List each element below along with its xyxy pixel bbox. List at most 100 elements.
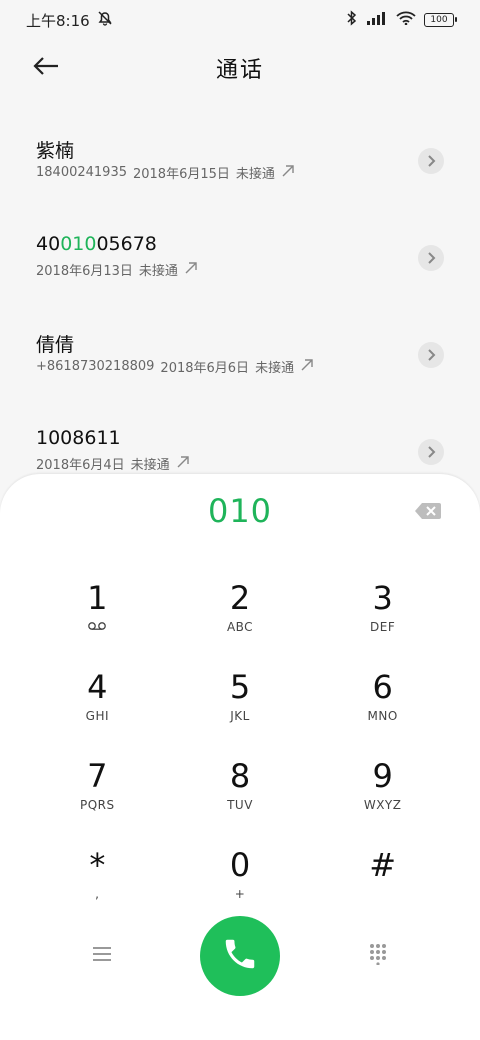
- key-digit: 5: [229, 668, 251, 706]
- key-digit: 9: [372, 757, 393, 795]
- status-left: 上午8:16: [26, 9, 114, 31]
- contact-name-rest: 05678: [96, 233, 157, 255]
- key-digit: 2: [229, 579, 251, 617]
- key-5[interactable]: 5 JKL: [169, 661, 312, 750]
- battery-icon: 100: [424, 13, 457, 27]
- key-7[interactable]: 7 PQRS: [26, 750, 169, 839]
- call-list-item[interactable]: 倩倩 +8618730218809 2018年6月6日 未接通: [0, 306, 480, 403]
- chevron-right-icon: [426, 249, 436, 268]
- voicemail-icon: [87, 620, 107, 636]
- key-letters: ,: [95, 887, 100, 901]
- call-date: 2018年6月13日: [36, 264, 133, 279]
- dialer-bottom-bar: [0, 916, 480, 996]
- outgoing-call-icon: [281, 164, 295, 182]
- call-status: 未接通: [138, 264, 178, 279]
- key-letters: MNO: [367, 709, 398, 723]
- key-letters: GHI: [85, 709, 110, 723]
- contact-name-text: 倩倩: [36, 334, 75, 356]
- key-digit: 7: [87, 757, 108, 795]
- outgoing-call-icon: [176, 455, 190, 473]
- key-letters: +: [234, 887, 246, 901]
- key-4[interactable]: 4 GHI: [26, 661, 169, 750]
- call-meta: +8618730218809 2018年6月6日 未接通: [36, 357, 314, 376]
- menu-icon: [91, 945, 113, 967]
- call-status: 未接通: [255, 361, 295, 376]
- key-digit: 3: [372, 579, 393, 617]
- contact-name-match: 010: [60, 233, 97, 255]
- dial-panel: 010 1 2 ABC 3 DEF 4 GHI 5 JKL 6 MNO 7 PQ…: [0, 474, 480, 1040]
- key-letters: PQRS: [80, 798, 115, 812]
- key-digit: #: [369, 846, 397, 884]
- outgoing-call-icon: [184, 261, 198, 279]
- notification-mute-icon: [96, 9, 114, 31]
- key-hash[interactable]: #: [311, 839, 454, 928]
- contact-name-text: 40: [36, 233, 61, 255]
- key-digit: 0: [229, 846, 251, 884]
- keypad-toggle-button[interactable]: [364, 942, 392, 970]
- arrow-left-icon: [32, 56, 60, 80]
- backspace-button[interactable]: [414, 500, 442, 522]
- chevron-right-icon: [426, 152, 436, 171]
- call-list-item[interactable]: 4001005678 2018年6月13日 未接通: [0, 209, 480, 306]
- key-9[interactable]: 9 WXYZ: [311, 750, 454, 839]
- contact-name: 倩倩: [36, 330, 74, 357]
- chevron-right-icon: [426, 346, 436, 365]
- call-detail-button[interactable]: [418, 245, 444, 271]
- status-bar: 上午8:16 100: [0, 0, 480, 40]
- back-button[interactable]: [28, 52, 64, 84]
- call-detail-button[interactable]: [418, 342, 444, 368]
- wifi-icon: [396, 11, 416, 29]
- key-letters: JKL: [230, 709, 250, 723]
- call-list-item[interactable]: 紫楠 18400241935 2018年6月15日 未接通: [0, 112, 480, 209]
- key-digit: *: [89, 846, 106, 884]
- backspace-icon: [414, 503, 442, 526]
- call-status: 未接通: [130, 458, 170, 473]
- key-letters: TUV: [227, 798, 253, 812]
- call-meta: 2018年6月13日 未接通: [36, 260, 198, 279]
- call-meta: 2018年6月4日 未接通: [36, 454, 190, 473]
- key-2[interactable]: 2 ABC: [169, 572, 312, 661]
- key-digit: 1: [87, 579, 108, 617]
- header: 通话: [0, 40, 480, 96]
- key-1[interactable]: 1: [26, 572, 169, 661]
- key-star[interactable]: * ,: [26, 839, 169, 928]
- call-detail-button[interactable]: [418, 439, 444, 465]
- phone-number: +8618730218809: [36, 359, 155, 374]
- outgoing-call-icon: [300, 358, 314, 376]
- contact-name-text: 紫楠: [36, 140, 75, 162]
- phone-icon: [221, 935, 259, 977]
- dialed-number: 010: [207, 492, 273, 530]
- call-detail-button[interactable]: [418, 148, 444, 174]
- phone-number: 18400241935: [36, 165, 127, 180]
- dial-keypad: 1 2 ABC 3 DEF 4 GHI 5 JKL 6 MNO 7 PQRS 8…: [26, 572, 454, 928]
- key-letters: ABC: [226, 620, 254, 634]
- status-right: 100: [346, 10, 457, 30]
- contact-name: 4001005678: [36, 233, 157, 255]
- key-letters: WXYZ: [363, 798, 402, 812]
- contact-name: 1008611: [36, 427, 121, 449]
- key-digit: 4: [87, 668, 108, 706]
- key-digit: 8: [229, 757, 251, 795]
- key-0[interactable]: 0 +: [169, 839, 312, 928]
- signal-icon: [366, 11, 388, 29]
- menu-button[interactable]: [88, 942, 116, 970]
- key-3[interactable]: 3 DEF: [311, 572, 454, 661]
- call-list: 紫楠 18400241935 2018年6月15日 未接通 4001005678…: [0, 112, 480, 500]
- bluetooth-icon: [346, 10, 358, 30]
- call-button[interactable]: [200, 916, 280, 996]
- contact-name-text: 1008611: [36, 427, 121, 449]
- contact-name: 紫楠: [36, 136, 74, 163]
- chevron-right-icon: [426, 443, 436, 462]
- call-date: 2018年6月6日: [160, 361, 250, 376]
- dialpad-icon: [368, 943, 388, 969]
- call-status: 未接通: [235, 167, 275, 182]
- key-letters: DEF: [370, 620, 396, 634]
- key-8[interactable]: 8 TUV: [169, 750, 312, 839]
- call-date: 2018年6月4日: [36, 458, 125, 473]
- status-time: 上午8:16: [26, 11, 90, 30]
- call-meta: 18400241935 2018年6月15日 未接通: [36, 163, 295, 182]
- page-title: 通话: [215, 58, 264, 83]
- key-6[interactable]: 6 MNO: [311, 661, 454, 750]
- call-date: 2018年6月15日: [132, 167, 230, 182]
- key-digit: 6: [372, 668, 393, 706]
